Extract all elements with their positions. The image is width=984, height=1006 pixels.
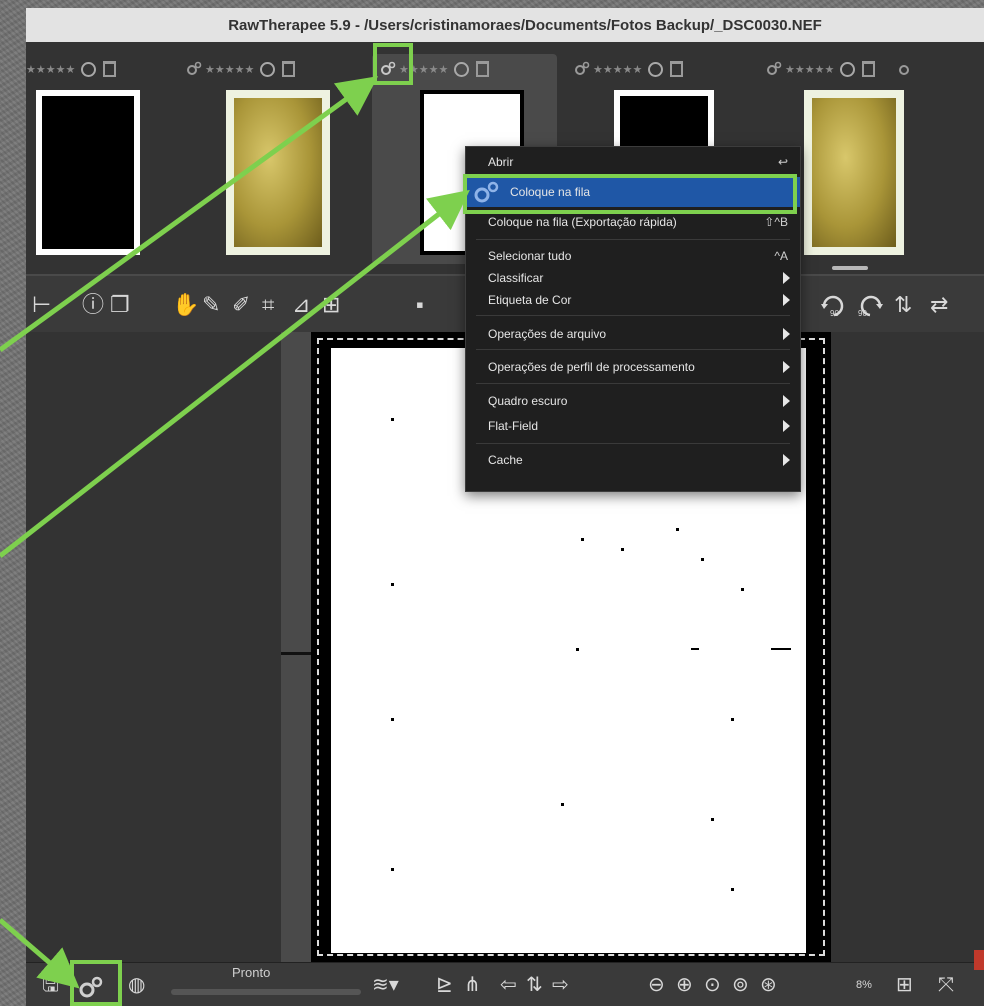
star-icon[interactable]: ★★★★★ (785, 63, 834, 76)
gear-icon[interactable] (766, 61, 782, 77)
circle-icon[interactable] (648, 61, 664, 77)
overlay-icon[interactable]: ▪ (416, 294, 424, 316)
submenu-arrow-icon (783, 420, 790, 432)
thumb-toolbar: ★★★★★ (26, 60, 117, 78)
submenu-arrow-icon (783, 294, 790, 306)
gear-icon[interactable] (898, 61, 914, 77)
trash-icon[interactable] (103, 61, 117, 77)
submenu-arrow-icon (783, 328, 790, 340)
menu-accelerator: ⇧^B (764, 215, 788, 229)
menu-accelerator: ^A (774, 249, 788, 263)
menu-item-etiqueta-de-cor[interactable]: Etiqueta de Cor (466, 289, 800, 311)
zoom-out-icon[interactable]: ⊖ (648, 975, 665, 995)
perspective-icon[interactable]: ⊞ (322, 294, 340, 316)
previous-image-icon[interactable]: ⇦ (500, 975, 517, 995)
thumb-toolbar: ★★★★★ (574, 60, 684, 78)
crop-icon[interactable]: ⌗ (262, 294, 274, 316)
menu-item-flat-field[interactable]: Flat-Field (466, 415, 800, 437)
palette-icon[interactable]: ◍ (128, 975, 145, 995)
save-icon[interactable]: 🖫 (42, 975, 59, 995)
submenu-arrow-icon (783, 361, 790, 373)
progress-bar (171, 989, 361, 995)
star-icon[interactable]: ★★★★★ (26, 63, 75, 76)
thumbnail-2[interactable]: ★★★★★ (186, 54, 366, 264)
thumbnail-1[interactable]: ★★★★★ (26, 54, 206, 264)
title-bar: RawTherapee 5.9 - /Users/cristinamoraes/… (26, 8, 984, 43)
menu-item-abrir[interactable]: Abrir ↩ (466, 151, 800, 173)
window-title: RawTherapee 5.9 - /Users/cristinamoraes/… (228, 16, 822, 34)
menu-item-coloque-na-fila-exportacao[interactable]: Coloque na fila (Exportação rápida) ⇧^B (466, 211, 800, 233)
svg-text:90: 90 (830, 309, 839, 318)
panel-divider[interactable] (281, 332, 311, 962)
submenu-arrow-icon (783, 454, 790, 466)
highlight-box-menu-item (463, 174, 797, 214)
sort-icon[interactable]: ⇅ (526, 975, 543, 995)
filmstrip-scrollbar[interactable] (832, 266, 868, 270)
edge-badge (974, 950, 984, 970)
thumbnail-image[interactable] (36, 90, 140, 255)
trash-icon[interactable] (862, 61, 876, 77)
trash-icon[interactable] (670, 61, 684, 77)
menu-item-selecionar-tudo[interactable]: Selecionar tudo ^A (466, 245, 800, 267)
straighten-icon[interactable]: ⊿ (292, 294, 310, 316)
zoom-crop-icon[interactable]: ⊚ (732, 975, 749, 995)
menu-item-operacoes-de-arquivo[interactable]: Operações de arquivo (466, 323, 800, 345)
highlight-box-thumbnail-gear (373, 43, 413, 85)
menu-item-quadro-escuro[interactable]: Quadro escuro (466, 390, 800, 412)
compare-icon[interactable]: ❐ (110, 294, 130, 316)
circle-icon[interactable] (81, 61, 97, 77)
trash-icon[interactable] (282, 61, 296, 77)
left-panel (26, 332, 281, 962)
fullscreen-icon[interactable]: ⤧ (938, 975, 954, 995)
gear-icon[interactable] (186, 61, 202, 77)
menu-accelerator: ↩ (777, 155, 788, 169)
thumbnail-image[interactable] (804, 90, 904, 255)
star-icon[interactable]: ★★★★★ (593, 63, 642, 76)
rawtherapee-window: RawTherapee 5.9 - /Users/cristinamoraes/… (26, 8, 984, 1006)
trash-icon[interactable] (476, 61, 490, 77)
submenu-arrow-icon (783, 272, 790, 284)
rotate-right-90-icon[interactable]: 90 (856, 294, 884, 318)
zoom-in-icon[interactable]: ⊕ (676, 975, 693, 995)
panel-toggle-icon[interactable]: ⊢ (32, 294, 51, 316)
hand-icon[interactable]: ✋ (172, 294, 199, 316)
highlight-box-queue-button (70, 960, 122, 1006)
flip-horizontal-icon[interactable]: ⇄ (930, 294, 948, 316)
zoom-100-icon[interactable]: ⊛ (760, 975, 777, 995)
before-after-icon[interactable]: ⊵ (436, 975, 453, 995)
star-icon[interactable]: ★★★★★ (205, 63, 254, 76)
info-icon[interactable]: ⓘ (82, 294, 104, 316)
status-text: Pronto (232, 965, 271, 980)
picker-icon-2[interactable]: ✐ (232, 294, 250, 316)
new-window-icon[interactable]: ⊞ (896, 975, 913, 995)
menu-item-operacoes-de-perfil[interactable]: Operações de perfil de processamento (466, 356, 800, 378)
circle-icon[interactable] (260, 61, 276, 77)
picker-icon[interactable]: ✎ (202, 294, 220, 316)
bottom-toolbar: 🖫 ◍ Pronto ≋▾ ⊵ ⋔ ⇦ ⇅ ⇨ ⊖ ⊕ ⊙ ⊚ ⊛ 8% ⊞ ⤧ (26, 962, 984, 1006)
gear-icon[interactable] (574, 61, 590, 77)
zoom-level: 8% (856, 979, 872, 991)
menu-item-cache[interactable]: Cache (466, 449, 800, 471)
submenu-arrow-icon (783, 395, 790, 407)
next-image-icon[interactable]: ⇨ (552, 975, 569, 995)
rotate-left-90-icon[interactable]: 90 (820, 294, 848, 318)
svg-text:90: 90 (858, 309, 867, 318)
thumbnail-image[interactable] (226, 90, 330, 255)
right-area (831, 332, 984, 962)
circle-icon[interactable] (454, 61, 470, 77)
histogram-select-icon[interactable]: ≋▾ (372, 975, 412, 995)
thumb-toolbar: ★★★★★ (186, 60, 296, 78)
menu-item-classificar[interactable]: Classificar (466, 267, 800, 289)
thumb-toolbar: ★★★★★ (766, 60, 914, 78)
flip-vertical-icon[interactable]: ⇅ (894, 294, 912, 316)
sync-icon[interactable]: ⋔ (464, 975, 481, 995)
zoom-fit-icon[interactable]: ⊙ (704, 975, 721, 995)
circle-icon[interactable] (840, 61, 856, 77)
